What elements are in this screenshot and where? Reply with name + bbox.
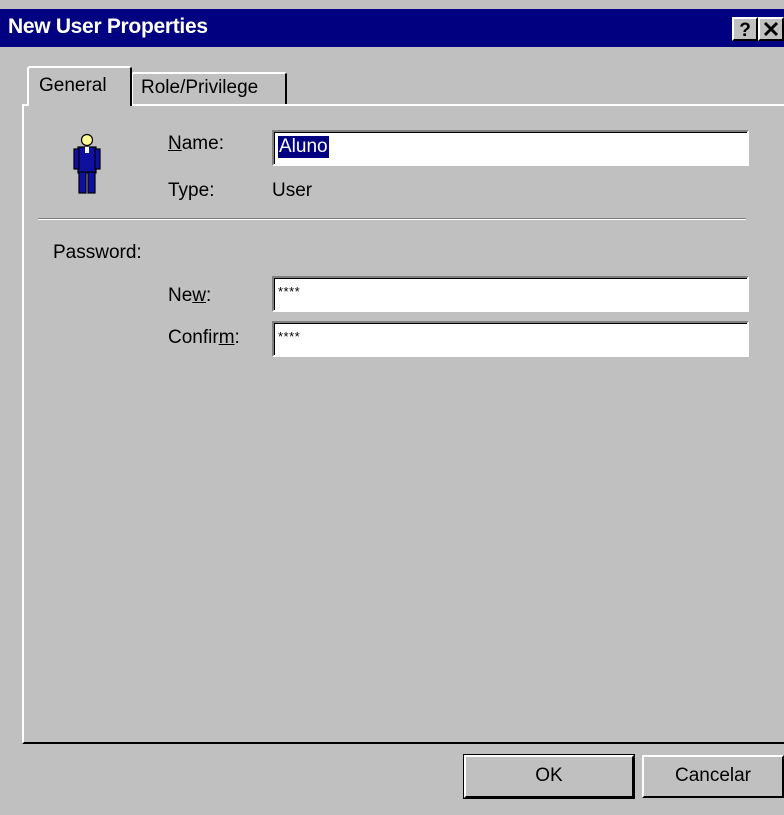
separator: [38, 218, 746, 220]
user-icon: [73, 133, 101, 194]
title-bar: New User Properties ?: [0, 9, 784, 47]
tab-general[interactable]: General: [27, 66, 132, 106]
window-title: New User Properties: [8, 15, 208, 38]
confirm-password-field[interactable]: ****: [272, 321, 749, 357]
ok-button[interactable]: OK: [463, 754, 635, 799]
confirm-password-value: ****: [278, 329, 301, 344]
close-button[interactable]: [758, 17, 784, 41]
help-button[interactable]: ?: [732, 17, 758, 41]
type-value: User: [272, 180, 313, 201]
name-field[interactable]: Aluno: [272, 130, 749, 166]
cancel-button[interactable]: Cancelar: [642, 755, 784, 798]
tab-role-privilege[interactable]: Role/Privilege: [131, 72, 287, 105]
tab-panel-general: [22, 104, 784, 744]
new-password-label: New:: [168, 285, 212, 306]
name-label: Name:: [168, 133, 224, 154]
type-label: Type:: [168, 180, 215, 201]
close-icon: [763, 21, 779, 37]
password-label: Password:: [53, 242, 142, 263]
confirm-password-label: Confirm:: [168, 327, 240, 348]
new-password-field[interactable]: ****: [272, 276, 749, 312]
name-field-value: Aluno: [277, 135, 330, 159]
new-password-value: ****: [278, 284, 301, 299]
